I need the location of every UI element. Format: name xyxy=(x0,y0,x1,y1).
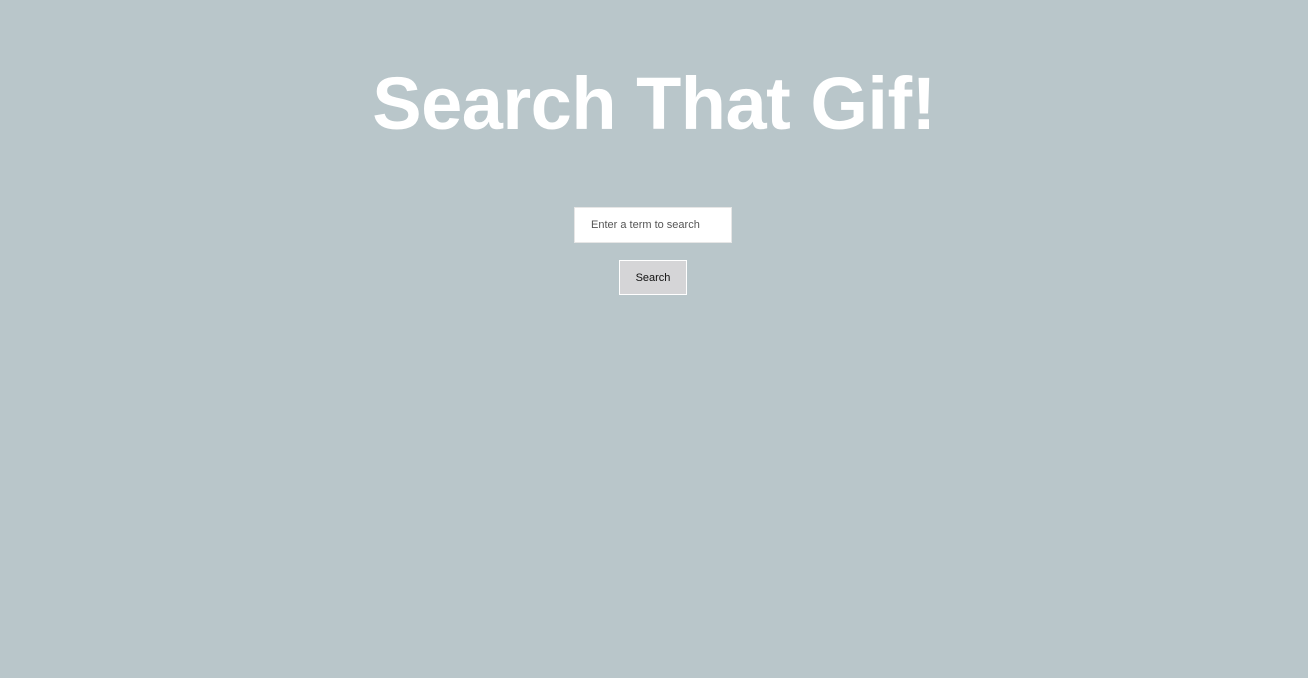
search-button[interactable]: Search xyxy=(619,260,687,295)
page-background: Search That Gif! Search xyxy=(0,0,1308,678)
page-title: Search That Gif! xyxy=(372,62,936,145)
search-input[interactable] xyxy=(574,207,732,243)
